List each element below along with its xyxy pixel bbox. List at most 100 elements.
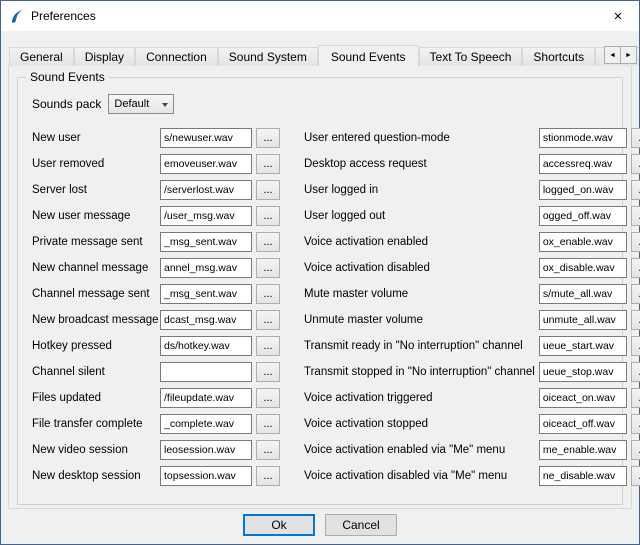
sound-file-input[interactable] — [160, 284, 252, 304]
browse-button[interactable]: ... — [631, 232, 640, 252]
browse-button[interactable]: ... — [631, 336, 640, 356]
sound-event-row: Voice activation stopped... — [304, 414, 640, 434]
browse-button[interactable]: ... — [631, 362, 640, 382]
sound-event-row: File transfer complete... — [32, 414, 280, 434]
sound-file-input[interactable] — [160, 154, 252, 174]
sound-file-input[interactable] — [539, 258, 627, 278]
tab-shortcuts[interactable]: Shortcuts — [522, 47, 595, 66]
browse-button[interactable]: ... — [631, 206, 640, 226]
browse-button[interactable]: ... — [631, 284, 640, 304]
tab-scroll-left-icon[interactable]: ◄ — [604, 46, 621, 64]
sound-file-input[interactable] — [160, 388, 252, 408]
sound-event-row: Channel message sent... — [32, 284, 280, 304]
sound-file-input[interactable] — [539, 440, 627, 460]
sound-file-input[interactable] — [160, 440, 252, 460]
sound-event-label: Server lost — [32, 184, 160, 196]
sounds-pack-row: Sounds pack Default — [32, 94, 612, 114]
ok-button[interactable]: Ok — [243, 514, 315, 536]
browse-button[interactable]: ... — [256, 388, 280, 408]
sound-event-label: New channel message — [32, 262, 160, 274]
close-icon[interactable]: ✕ — [597, 1, 639, 31]
sound-file-input[interactable] — [539, 310, 627, 330]
tab-text-to-speech[interactable]: Text To Speech — [419, 47, 523, 66]
sound-file-input[interactable] — [539, 388, 627, 408]
sound-file-input[interactable] — [160, 180, 252, 200]
sound-file-input[interactable] — [539, 232, 627, 252]
browse-button[interactable]: ... — [256, 336, 280, 356]
sound-file-input[interactable] — [160, 128, 252, 148]
tab-connection[interactable]: Connection — [135, 47, 218, 66]
sound-event-label: New user message — [32, 210, 160, 222]
browse-button[interactable]: ... — [256, 258, 280, 278]
sound-file-input[interactable] — [539, 466, 627, 486]
sound-file-input[interactable] — [539, 128, 627, 148]
tab-scroll-right-icon[interactable]: ► — [620, 46, 637, 64]
browse-button[interactable]: ... — [256, 284, 280, 304]
browse-button[interactable]: ... — [631, 466, 640, 486]
sound-file-input[interactable] — [539, 206, 627, 226]
sound-event-label: User logged out — [304, 210, 539, 222]
sound-event-label: Hotkey pressed — [32, 340, 160, 352]
browse-button[interactable]: ... — [631, 440, 640, 460]
title-bar[interactable]: Preferences ✕ — [1, 1, 639, 31]
browse-button[interactable]: ... — [631, 414, 640, 434]
sound-file-input[interactable] — [539, 284, 627, 304]
tab-sound-events[interactable]: Sound Events — [318, 45, 419, 66]
sounds-pack-value: Default — [114, 98, 149, 110]
browse-button[interactable]: ... — [256, 206, 280, 226]
tab-display[interactable]: Display — [74, 47, 135, 66]
browse-button[interactable]: ... — [256, 154, 280, 174]
browse-button[interactable]: ... — [631, 258, 640, 278]
sound-file-input[interactable] — [160, 232, 252, 252]
sound-event-label: Voice activation disabled — [304, 262, 539, 274]
tab-general[interactable]: General — [9, 47, 74, 66]
cancel-button[interactable]: Cancel — [325, 514, 397, 536]
sound-file-input[interactable] — [539, 362, 627, 382]
sound-file-input[interactable] — [160, 466, 252, 486]
sound-event-row: Unmute master volume... — [304, 310, 640, 330]
sound-event-label: Transmit stopped in "No interruption" ch… — [304, 366, 539, 378]
sound-event-label: File transfer complete — [32, 418, 160, 430]
preferences-dialog: Preferences ✕ GeneralDisplayConnectionSo… — [0, 0, 640, 545]
sound-event-row: New desktop session... — [32, 466, 280, 486]
browse-button[interactable]: ... — [256, 466, 280, 486]
browse-button[interactable]: ... — [631, 310, 640, 330]
browse-button[interactable]: ... — [631, 128, 640, 148]
browse-button[interactable]: ... — [256, 128, 280, 148]
sound-event-label: New video session — [32, 444, 160, 456]
sound-event-label: Transmit ready in "No interruption" chan… — [304, 340, 539, 352]
sound-event-label: Voice activation triggered — [304, 392, 539, 404]
sound-event-row: Voice activation triggered... — [304, 388, 640, 408]
sound-file-input[interactable] — [160, 414, 252, 434]
browse-button[interactable]: ... — [256, 232, 280, 252]
sound-event-label: User entered question-mode — [304, 132, 539, 144]
browse-button[interactable]: ... — [256, 414, 280, 434]
sound-event-label: User removed — [32, 158, 160, 170]
sound-event-row: Voice activation disabled via "Me" menu.… — [304, 466, 640, 486]
sound-file-input[interactable] — [160, 336, 252, 356]
browse-button[interactable]: ... — [631, 154, 640, 174]
browse-button[interactable]: ... — [631, 388, 640, 408]
sound-file-input[interactable] — [160, 206, 252, 226]
sound-events-column-right: User entered question-mode...Desktop acc… — [304, 128, 640, 492]
sound-event-label: Voice activation stopped — [304, 418, 539, 430]
app-icon — [9, 8, 25, 24]
sounds-pack-select[interactable]: Default — [108, 94, 174, 114]
browse-button[interactable]: ... — [256, 362, 280, 382]
sound-file-input[interactable] — [539, 154, 627, 174]
sound-file-input[interactable] — [539, 336, 627, 356]
browse-button[interactable]: ... — [256, 180, 280, 200]
sound-file-input[interactable] — [160, 362, 252, 382]
sound-file-input[interactable] — [539, 414, 627, 434]
sound-event-label: Voice activation disabled via "Me" menu — [304, 470, 539, 482]
tab-sound-system[interactable]: Sound System — [218, 47, 318, 66]
sound-event-row: Files updated... — [32, 388, 280, 408]
sound-file-input[interactable] — [160, 310, 252, 330]
tab-page-sound-events: Sound Events Sounds pack Default New use… — [8, 65, 632, 509]
sound-events-columns: New user...User removed...Server lost...… — [30, 128, 612, 492]
browse-button[interactable]: ... — [256, 440, 280, 460]
browse-button[interactable]: ... — [256, 310, 280, 330]
sound-file-input[interactable] — [160, 258, 252, 278]
sound-file-input[interactable] — [539, 180, 627, 200]
browse-button[interactable]: ... — [631, 180, 640, 200]
